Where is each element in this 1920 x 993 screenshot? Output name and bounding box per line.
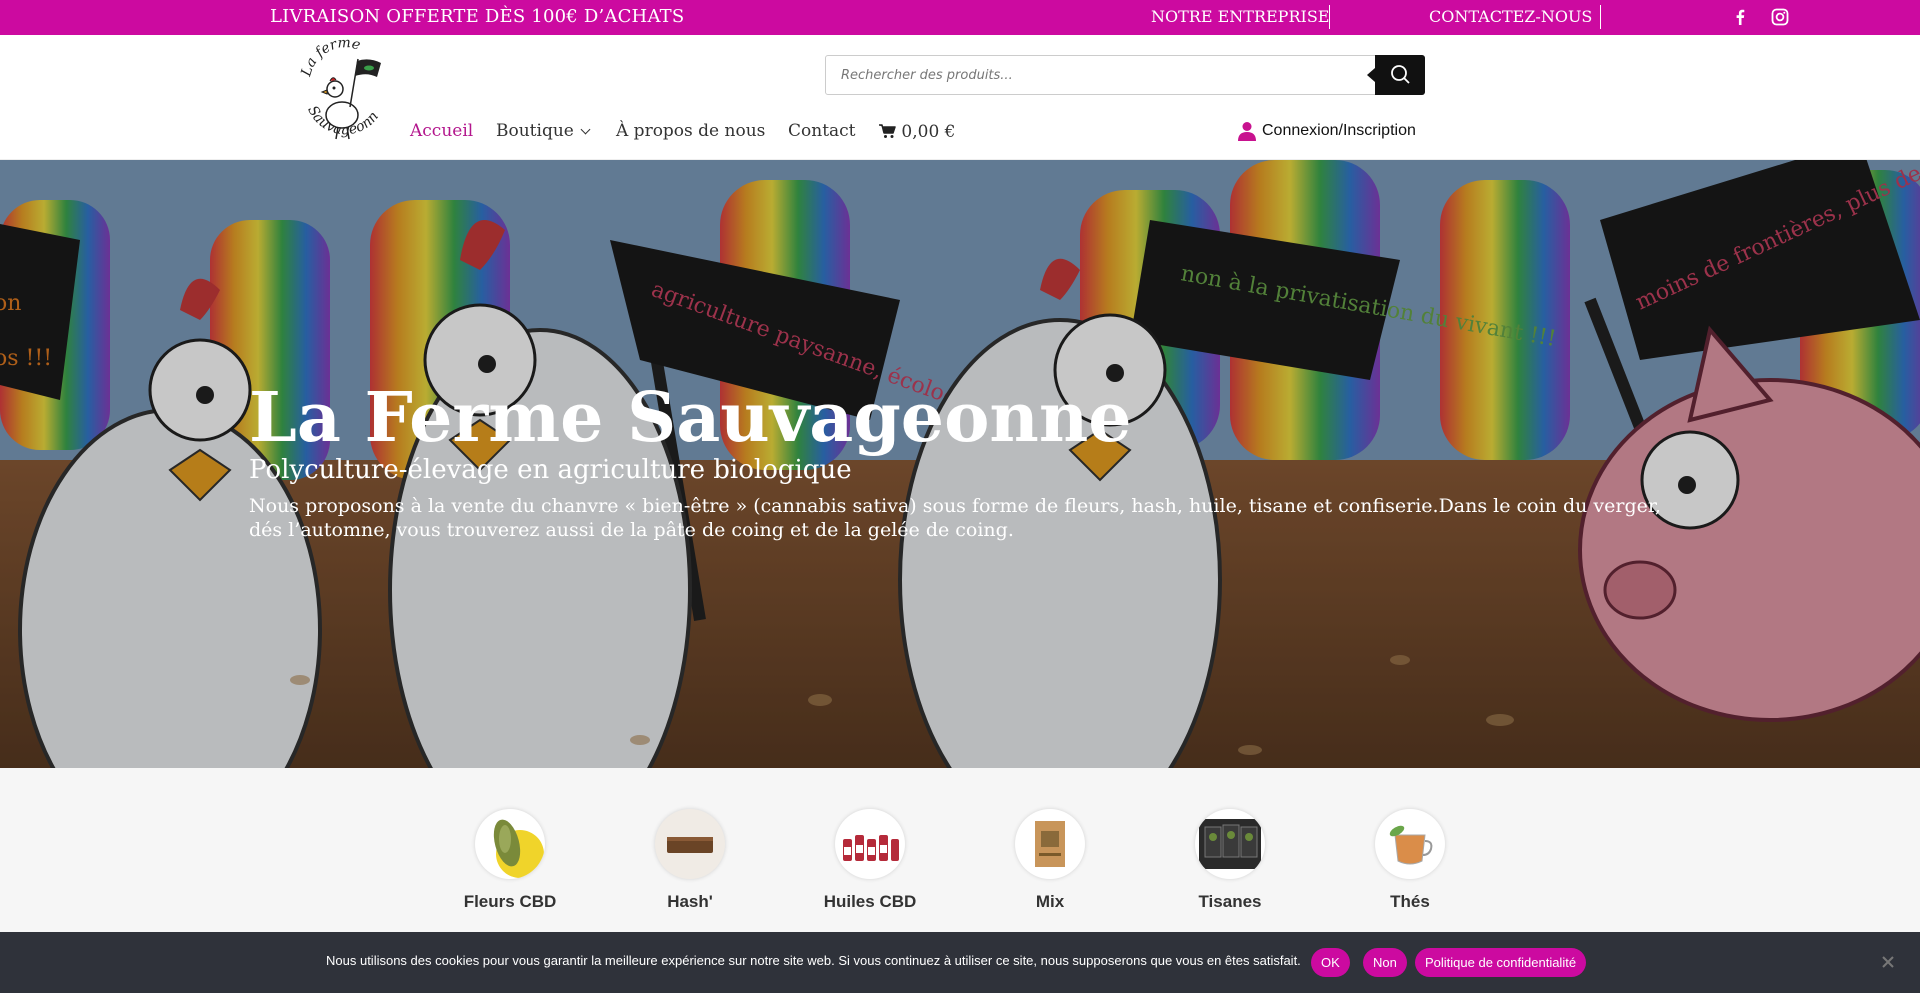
cart-total: 0,00 €: [901, 122, 956, 142]
cookie-message: Nous utilisons des cookies pour vous gar…: [326, 953, 1301, 968]
svg-text:La ferme: La ferme: [300, 37, 362, 79]
nav-shop-label: Boutique: [496, 121, 574, 141]
search-button[interactable]: [1367, 55, 1425, 95]
tea-cup-thumb: [1375, 809, 1445, 879]
hero-title: La Ferme Sauvageonne: [249, 378, 1132, 458]
user-icon: [1238, 122, 1256, 141]
category-fleurs-cbd[interactable]: Fleurs CBD: [435, 809, 585, 912]
category-name: Thés: [1390, 892, 1430, 911]
cookie-ok-button[interactable]: OK: [1311, 948, 1350, 977]
category-name: Hash': [667, 892, 713, 911]
cart-icon: [879, 124, 896, 138]
hash-thumb: [655, 809, 725, 879]
hero-banner: agriculture paysanne, écologique et soli…: [0, 160, 1920, 768]
tea-packs-thumb: [1195, 809, 1265, 879]
cookie-no-button[interactable]: Non: [1363, 948, 1407, 977]
our-company-link[interactable]: NOTRE ENTREPRISE: [1151, 7, 1329, 26]
hero-description: Nous proposons à la vente du chanvre « b…: [249, 495, 1661, 541]
cookie-consent-bar: Nous utilisons des cookies pour vous gar…: [0, 932, 1920, 993]
category-mix[interactable]: Mix: [975, 809, 1125, 912]
logo-text-top: La ferme: [298, 35, 362, 79]
category-hash[interactable]: Hash': [615, 809, 765, 912]
site-logo[interactable]: La ferme Sauvageonne: [296, 25, 392, 157]
contact-us-link[interactable]: CONTACTEZ-NOUS: [1429, 7, 1592, 26]
nav-about[interactable]: À propos de nous: [616, 121, 765, 141]
chevron-down-icon: [580, 124, 591, 135]
product-search: [825, 55, 1425, 95]
nav-cart[interactable]: 0,00 €: [878, 121, 955, 142]
close-icon[interactable]: [1880, 954, 1896, 970]
nav-shop[interactable]: Boutique: [496, 121, 591, 141]
facebook-icon[interactable]: [1728, 5, 1752, 29]
site-header: La ferme Sauvageonne Accueil Boutique À …: [0, 25, 1920, 160]
category-huiles-cbd[interactable]: Huiles CBD: [795, 809, 945, 912]
nav-contact[interactable]: Contact: [788, 121, 856, 141]
privacy-policy-button[interactable]: Politique de confidentialité: [1415, 948, 1587, 977]
top-promo-bar: LIVRAISON OFFERTE DÈS 100€ D’ACHATS NOTR…: [0, 0, 1920, 35]
category-thes[interactable]: Thés: [1335, 809, 1485, 912]
mix-bag-thumb: [1015, 809, 1085, 879]
cbd-flower-thumb: [475, 809, 545, 879]
nav-home[interactable]: Accueil: [410, 121, 473, 141]
category-name: Mix: [1035, 892, 1065, 911]
hero-subtitle: Polyculture-élevage en agriculture biolo…: [249, 455, 852, 485]
cbd-oil-bottles-thumb: [835, 809, 905, 879]
free-shipping-promo: LIVRAISON OFFERTE DÈS 100€ D’ACHATS: [270, 6, 685, 27]
instagram-icon[interactable]: [1768, 5, 1792, 29]
category-name: Huiles CBD: [823, 892, 917, 911]
login-register-link[interactable]: Connexion/Inscription: [1238, 119, 1416, 143]
category-name: Fleurs CBD: [463, 892, 557, 911]
search-input[interactable]: [826, 56, 1374, 94]
login-register-label: Connexion/Inscription: [1262, 122, 1416, 139]
search-icon: [1391, 65, 1410, 84]
topbar-divider: [1600, 5, 1601, 29]
category-name: Tisanes: [1198, 892, 1262, 911]
category-tisanes[interactable]: Tisanes: [1155, 809, 1305, 912]
topbar-divider: [1329, 5, 1330, 29]
